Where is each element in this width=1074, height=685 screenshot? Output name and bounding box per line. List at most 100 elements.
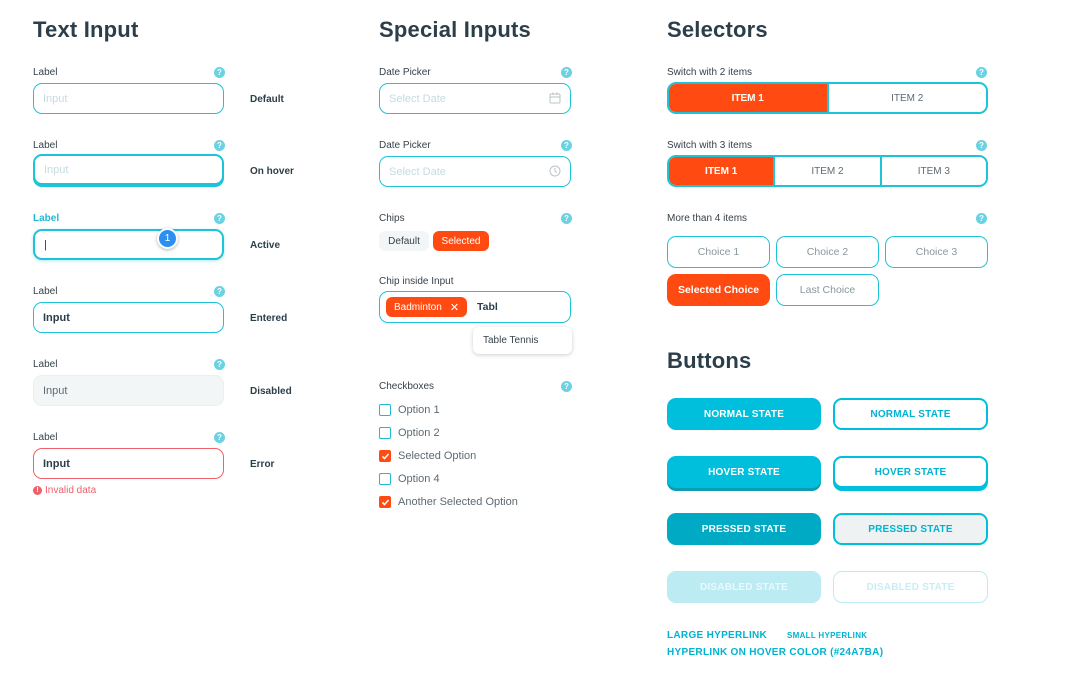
state-label-active: Active [250,240,281,251]
checkbox-row[interactable]: Option 4 [379,473,440,485]
checkbox-row[interactable]: Selected Option [379,450,476,462]
help-icon[interactable]: ? [561,140,572,151]
check-icon [381,452,389,460]
field-label: Switch with 2 items [667,67,753,78]
field-label: Chips [379,213,405,224]
checkbox-row[interactable]: Another Selected Option [379,496,518,508]
help-icon[interactable]: ? [214,432,225,443]
choice-selected[interactable]: Selected Choice [667,274,770,306]
text-input-hover[interactable]: Input [33,154,224,185]
choice-2[interactable]: Choice 2 [776,236,879,268]
secondary-button-normal[interactable]: NORMAL STATE [833,398,988,430]
checkbox-row[interactable]: Option 2 [379,427,440,439]
text-input-title: Text Input [33,17,139,42]
input-cursor: | [44,238,47,251]
checkbox-unchecked[interactable] [379,473,391,485]
field-label: Label [33,359,58,370]
checkbox-label: Option 1 [398,404,440,416]
chip-selected[interactable]: Selected [433,231,489,251]
autocomplete-suggestion[interactable]: Table Tennis [473,327,572,354]
clock-icon[interactable] [549,165,561,177]
error-message: ! Invalid data [33,485,96,496]
help-icon[interactable]: ? [976,140,987,151]
check-icon [381,498,389,506]
text-input-disabled: Input [33,375,224,406]
help-icon[interactable]: ? [214,67,225,78]
primary-button-disabled: DISABLED STATE [667,571,821,603]
input-placeholder: Select Date [389,92,446,105]
text-input-active[interactable]: | [33,229,224,260]
help-icon[interactable]: ? [561,381,572,392]
input-value: Input [43,311,70,324]
help-icon[interactable]: ? [561,213,572,224]
field-label: Switch with 3 items [667,140,753,151]
input-placeholder: Select Date [389,165,446,178]
time-picker-input[interactable]: Select Date [379,156,571,187]
checkbox-checked[interactable] [379,450,391,462]
field-label: Chip inside Input [379,276,454,287]
switch-option-item-1[interactable]: ITEM 1 [669,157,774,185]
checkbox-unchecked[interactable] [379,404,391,416]
secondary-button-pressed[interactable]: PRESSED STATE [833,513,988,545]
input-placeholder: Input [44,163,69,176]
choice-last[interactable]: Last Choice [776,274,879,306]
choice-1[interactable]: Choice 1 [667,236,770,268]
primary-button-pressed[interactable]: PRESSED STATE [667,513,821,545]
close-icon[interactable]: ✕ [450,301,459,314]
date-picker-input[interactable]: Select Date [379,83,571,114]
help-icon[interactable]: ? [214,359,225,370]
state-label-hover: On hover [250,166,294,177]
checkbox-unchecked[interactable] [379,427,391,439]
typed-text: Tabl [477,301,498,313]
field-label: Label [33,286,58,297]
checkbox-label: Option 2 [398,427,440,439]
field-label: Checkboxes [379,381,435,392]
chip-default[interactable]: Default [379,231,429,251]
help-icon[interactable]: ? [214,140,225,151]
secondary-button-disabled: DISABLED STATE [833,571,988,603]
switch-option-item-2[interactable]: ITEM 2 [826,84,987,112]
hover-hyperlink[interactable]: HYPERLINK ON HOVER COLOR (#24A7BA) [667,647,883,658]
chip-input[interactable]: Badminton ✕ Tabl [379,291,571,323]
help-icon[interactable]: ? [561,67,572,78]
help-icon[interactable]: ? [976,213,987,224]
field-label: Date Picker [379,67,431,78]
large-hyperlink[interactable]: LARGE HYPERLINK [667,630,767,641]
input-value: Input [43,384,68,397]
field-label: Label [33,67,58,78]
text-input-entered[interactable]: Input [33,302,224,333]
field-label-active: Label [33,213,60,224]
state-label-disabled: Disabled [250,386,292,397]
primary-button-normal[interactable]: NORMAL STATE [667,398,821,430]
checkbox-label: Another Selected Option [398,496,518,508]
special-inputs-title: Special Inputs [379,17,531,42]
checkbox-row[interactable]: Option 1 [379,404,440,416]
field-label: Label [33,140,58,151]
help-icon[interactable]: ? [976,67,987,78]
small-hyperlink[interactable]: SMALL HYPERLINK [787,631,867,640]
input-chip[interactable]: Badminton ✕ [386,297,468,317]
switch-option-item-1[interactable]: ITEM 1 [669,84,827,112]
field-label: Date Picker [379,140,431,151]
input-placeholder: Input [43,92,68,105]
field-label: More than 4 items [667,213,748,224]
text-input-error[interactable]: Input [33,448,224,479]
choice-3[interactable]: Choice 3 [885,236,988,268]
state-label-default: Default [250,94,284,105]
checkbox-checked[interactable] [379,496,391,508]
primary-button-hover[interactable]: HOVER STATE [667,456,821,488]
calendar-icon[interactable] [549,92,561,104]
switch-option-item-2[interactable]: ITEM 2 [773,157,879,185]
field-label: Label [33,432,58,443]
text-input-default[interactable]: Input [33,83,224,114]
buttons-title: Buttons [667,348,752,373]
help-icon[interactable]: ? [214,213,225,224]
secondary-button-hover[interactable]: HOVER STATE [833,456,988,488]
state-label-error: Error [250,459,275,470]
help-icon[interactable]: ? [214,286,225,297]
state-label-entered: Entered [250,313,288,324]
checkbox-label: Option 4 [398,473,440,485]
switch-option-item-3[interactable]: ITEM 3 [879,157,986,185]
error-icon: ! [33,486,42,495]
switch-two-items: ITEM 1 ITEM 2 [667,82,988,114]
